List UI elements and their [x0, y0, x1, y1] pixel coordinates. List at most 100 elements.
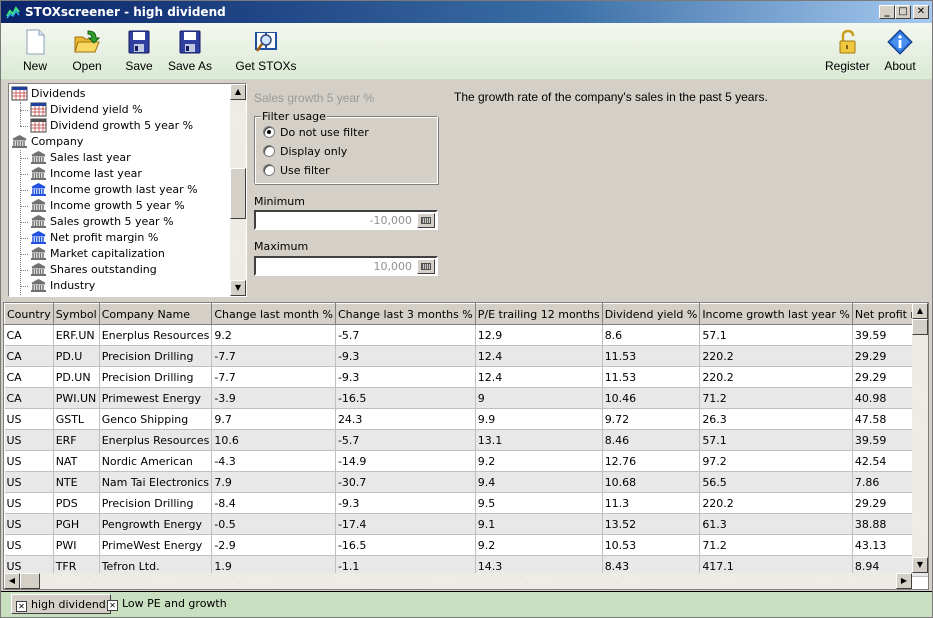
calculator-button[interactable]	[417, 213, 435, 228]
table-cell: US	[4, 492, 54, 514]
tree-item[interactable]: Dividend yield %	[30, 102, 143, 118]
tree-item[interactable]: Income last year	[30, 166, 142, 182]
tree-scroll-up-button[interactable]: ▲	[230, 84, 246, 100]
table-cell: 9.7	[211, 408, 336, 430]
table-cell: PD.UN	[53, 366, 100, 388]
tree-connector	[20, 150, 21, 295]
tree-item-label: Net profit margin %	[50, 231, 159, 244]
table-cell: -8.4	[211, 492, 336, 514]
column-header[interactable]: Dividend yield %	[601, 303, 701, 325]
table-cell: CA	[4, 324, 54, 346]
close-button[interactable]: ✕	[913, 5, 929, 19]
table-row[interactable]: US NTE Nam Tai Electronics 7.9 -30.7 9.4 10.68…	[4, 471, 928, 493]
table-cell: US	[4, 450, 54, 472]
grid-scroll-left-button[interactable]: ◀	[4, 573, 20, 589]
grid-scroll-up-button[interactable]: ▲	[912, 303, 928, 319]
tab-low-pe-and-growth[interactable]: ✕ Low PE and growth	[103, 594, 231, 614]
save-as-label: Save As	[167, 59, 213, 73]
calculator-icon	[421, 263, 431, 270]
grid-vertical-scrollbar[interactable]: ▲ ▼	[912, 303, 928, 573]
column-header[interactable]: Country	[4, 303, 54, 325]
tree-scroll-thumb[interactable]	[230, 168, 246, 219]
save-button[interactable]: Save	[119, 27, 159, 77]
tree-item-label: Dividend growth 5 year %	[50, 119, 194, 132]
grid-horizontal-scrollbar[interactable]: ◀ ▶	[4, 573, 912, 589]
about-button[interactable]: About	[881, 27, 919, 77]
radio-label: Display only	[280, 145, 348, 158]
table-cell: 9.2	[475, 534, 603, 556]
table-row[interactable]: US PDS Precision Drilling -8.4 -9.3 9.5 11.3 22…	[4, 492, 928, 514]
tree-item-label: Market capitalization	[50, 247, 165, 260]
tree-item[interactable]: Income growth 5 year %	[30, 198, 185, 214]
register-button[interactable]: Register	[825, 27, 870, 77]
table-icon	[30, 118, 47, 133]
table-row[interactable]: US ERF Enerplus Resources 10.6 -5.7 13.1 8.46 5…	[4, 429, 928, 451]
tree-item[interactable]: Sales last year	[30, 150, 131, 166]
table-row[interactable]: CA PWI.UN Primewest Energy -3.9 -16.5 9 10.46 7…	[4, 387, 928, 409]
tree-scroll-down-button[interactable]: ▼	[230, 280, 246, 296]
calculator-icon	[421, 217, 431, 224]
tree-item[interactable]: Shares outstanding	[30, 262, 157, 278]
table-row[interactable]: US PWI PrimeWest Energy -2.9 -16.5 9.2 10.53 71…	[4, 534, 928, 556]
radio-display-only[interactable]: Display only	[263, 144, 347, 160]
minimum-label: Minimum	[254, 195, 305, 208]
tree-item[interactable]: Sales growth 5 year %	[30, 214, 174, 230]
radio-use-filter[interactable]: Use filter	[263, 163, 330, 179]
table-cell: 97.2	[699, 450, 853, 472]
table-cell: -14.9	[335, 450, 476, 472]
save-as-button[interactable]: Save As	[167, 27, 213, 77]
grid-vscroll-thumb[interactable]	[912, 319, 928, 335]
table-icon	[11, 86, 28, 101]
tree-scrollbar[interactable]: ▲ ▼	[230, 84, 246, 296]
tree-item[interactable]: Dividend growth 5 year %	[30, 118, 193, 134]
column-header[interactable]: Change last month %	[211, 303, 336, 325]
table-cell: US	[4, 513, 54, 535]
radio-do-not-use-filter[interactable]: Do not use filter	[263, 125, 369, 141]
column-header[interactable]: Change last 3 months %	[334, 303, 476, 325]
grid-scroll-down-button[interactable]: ▼	[912, 557, 928, 573]
tree-connector	[20, 102, 21, 126]
open-button[interactable]: Open	[67, 27, 107, 77]
table-cell: 9.5	[475, 492, 603, 514]
tree-item[interactable]: Industry	[30, 278, 95, 294]
table-cell: 8.6	[602, 324, 701, 346]
tree-item[interactable]: Dividends	[11, 86, 86, 102]
table-cell: Pengrowth Energy	[99, 513, 213, 535]
table-cell: -16.5	[335, 387, 476, 409]
maximum-input[interactable]: 10,000	[254, 256, 438, 276]
table-row[interactable]: US NAT Nordic American -4.3 -14.9 9.2 12.76 97.…	[4, 450, 928, 472]
radio-unselected-icon	[263, 145, 275, 157]
table-row[interactable]: CA ERF.UN Enerplus Resources 9.2 -5.7 12.9 8.6…	[4, 324, 928, 346]
table-cell: PD.U	[53, 345, 100, 367]
column-header[interactable]: Company Name	[98, 303, 213, 325]
filter-usage-group: Filter usage Do not use filter Display o…	[254, 110, 438, 184]
tab-close-icon[interactable]: ✕	[16, 601, 27, 612]
table-row[interactable]: CA PD.U Precision Drilling -7.7 -9.3 12.4 11.5…	[4, 345, 928, 367]
grid-hscroll-thumb[interactable]	[20, 573, 40, 589]
tree-item[interactable]: Income growth last year %	[30, 182, 198, 198]
maximize-button[interactable]: □	[895, 5, 911, 19]
column-header[interactable]: Income growth last year %	[699, 303, 853, 325]
table-cell: 11.53	[602, 366, 701, 388]
tab-high-dividend[interactable]: ✕ high dividend	[11, 594, 111, 614]
bank-icon	[12, 135, 27, 148]
table-row[interactable]: CA PD.UN Precision Drilling -7.7 -9.3 12.4 11.…	[4, 366, 928, 388]
new-button[interactable]: New	[15, 27, 55, 77]
table-cell: 220.2	[699, 345, 853, 367]
table-cell: 71.2	[699, 387, 853, 409]
table-cell: PWI	[53, 534, 100, 556]
column-header[interactable]: Symbol	[52, 303, 100, 325]
tree-item[interactable]: Market capitalization	[30, 246, 165, 262]
tree-item[interactable]: Net profit margin %	[30, 230, 158, 246]
table-row[interactable]: US PGH Pengrowth Energy -0.5 -17.4 9.1 13.52 61…	[4, 513, 928, 535]
get-stoxs-button[interactable]: Get STOXs	[235, 27, 297, 77]
grid-scroll-right-button[interactable]: ▶	[896, 573, 912, 589]
table-cell: -5.7	[335, 429, 476, 451]
minimum-input[interactable]: -10,000	[254, 210, 438, 230]
column-header[interactable]: P/E trailing 12 months	[474, 303, 603, 325]
minimize-button[interactable]: _	[879, 5, 895, 19]
tab-close-icon[interactable]: ✕	[107, 600, 118, 611]
tree-item[interactable]: Company	[11, 134, 83, 150]
table-row[interactable]: US GSTL Genco Shipping 9.7 24.3 9.9 9.72 26.3 47…	[4, 408, 928, 430]
calculator-button[interactable]	[417, 259, 435, 274]
